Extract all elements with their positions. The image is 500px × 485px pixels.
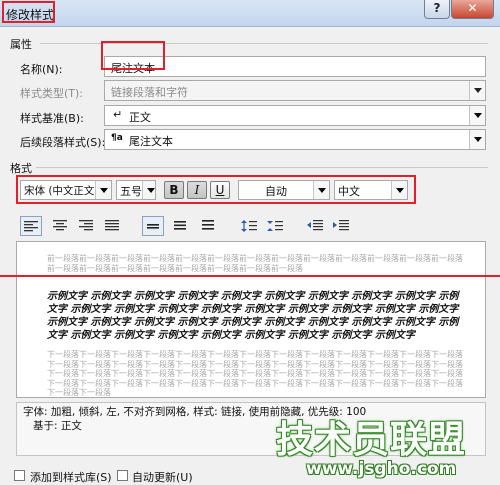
title-bar: 修改样式 ? ✕ bbox=[0, 0, 500, 27]
watermark-url: www.jsgho.com bbox=[306, 459, 457, 479]
based-on-value: 正文 bbox=[129, 111, 151, 124]
preview-previous-paragraph: 前一段落前一段落前一段落前一段落前一段落前一段落前一段落前一段落前一段落前一段落… bbox=[47, 254, 463, 273]
align-center-icon[interactable] bbox=[50, 216, 72, 236]
paragraph-return-icon: ↵ bbox=[113, 108, 123, 121]
line-1-5-icon[interactable] bbox=[170, 216, 192, 236]
linked-style-icon: ¶a bbox=[111, 133, 123, 143]
next-paragraph-value: 尾注文本 bbox=[129, 135, 173, 148]
indent-increase-icon[interactable] bbox=[330, 216, 352, 236]
preview-pane: 前一段落前一段落前一段落前一段落前一段落前一段落前一段落前一段落前一段落前一段落… bbox=[16, 241, 486, 398]
based-on-select[interactable]: ↵ 正文 bbox=[104, 105, 486, 126]
color-select[interactable]: 自动 bbox=[238, 180, 330, 200]
indent-decrease-icon[interactable] bbox=[304, 216, 326, 236]
font-dropdown-icon bbox=[95, 181, 111, 199]
next-paragraph-select[interactable]: ¶a 尾注文本 bbox=[104, 129, 486, 150]
italic-button[interactable]: I bbox=[187, 181, 207, 199]
next-paragraph-dropdown-icon bbox=[469, 130, 485, 149]
name-input[interactable]: 尾注文本 bbox=[104, 56, 486, 77]
line-single-icon[interactable] bbox=[142, 216, 164, 236]
site-watermark: 技术员联盟 www.jsgho.com bbox=[276, 409, 498, 483]
align-left-icon[interactable] bbox=[20, 216, 42, 236]
next-paragraph-label: 后续段落样式(S): bbox=[20, 136, 106, 149]
underline-button[interactable]: U bbox=[210, 181, 230, 199]
add-to-gallery-checkbox[interactable] bbox=[14, 470, 25, 481]
properties-section-label: 属性 bbox=[10, 38, 32, 51]
name-value: 尾注文本 bbox=[111, 62, 155, 75]
watermark-logo-text: 技术员联盟 bbox=[276, 418, 466, 461]
highlight-line bbox=[0, 275, 500, 277]
help-button[interactable]: ? bbox=[424, 0, 450, 19]
align-right-icon[interactable] bbox=[76, 216, 98, 236]
font-select[interactable]: 宋体 (中文正文) bbox=[20, 180, 112, 200]
style-type-dropdown-icon bbox=[469, 81, 485, 100]
name-label: 名称(N): bbox=[20, 63, 63, 76]
language-dropdown-icon bbox=[391, 181, 407, 199]
close-button[interactable]: ✕ bbox=[451, 0, 494, 19]
spacing-increase-icon[interactable] bbox=[238, 216, 260, 236]
format-section-label: 格式 bbox=[10, 162, 32, 175]
line-double-icon[interactable] bbox=[198, 216, 220, 236]
style-type-select[interactable]: 链接段落和字符 bbox=[104, 80, 486, 101]
justify-icon[interactable] bbox=[102, 216, 124, 236]
preview-next-paragraph: 下一段落下一段落下一段落下一段落下一段落下一段落下一段落下一段落下一段落下一段落… bbox=[47, 350, 463, 397]
format-divider bbox=[36, 167, 488, 168]
spacing-decrease-icon[interactable] bbox=[264, 216, 286, 236]
preview-sample-text: 示例文字 示例文字 示例文字 示例文字 示例文字 示例文字 示例文字 示例文字 … bbox=[47, 291, 459, 341]
size-select[interactable]: 五号 bbox=[116, 180, 156, 200]
font-value: 宋体 (中文正文) bbox=[24, 185, 99, 197]
title-highlight-box bbox=[2, 1, 55, 23]
style-type-value: 链接段落和字符 bbox=[111, 86, 188, 99]
language-select[interactable]: 中文 bbox=[334, 180, 408, 200]
properties-divider bbox=[40, 43, 488, 44]
size-dropdown-icon bbox=[142, 181, 155, 199]
style-type-label: 样式类型(T): bbox=[20, 87, 84, 100]
color-value: 自动 bbox=[265, 185, 287, 198]
auto-update-checkbox[interactable] bbox=[117, 470, 128, 481]
based-on-label: 样式基准(B): bbox=[20, 112, 84, 125]
based-on-dropdown-icon bbox=[469, 106, 485, 125]
color-dropdown-icon bbox=[313, 181, 329, 199]
size-value: 五号 bbox=[120, 185, 142, 198]
bold-button[interactable]: B bbox=[164, 181, 184, 199]
language-value: 中文 bbox=[338, 185, 360, 198]
